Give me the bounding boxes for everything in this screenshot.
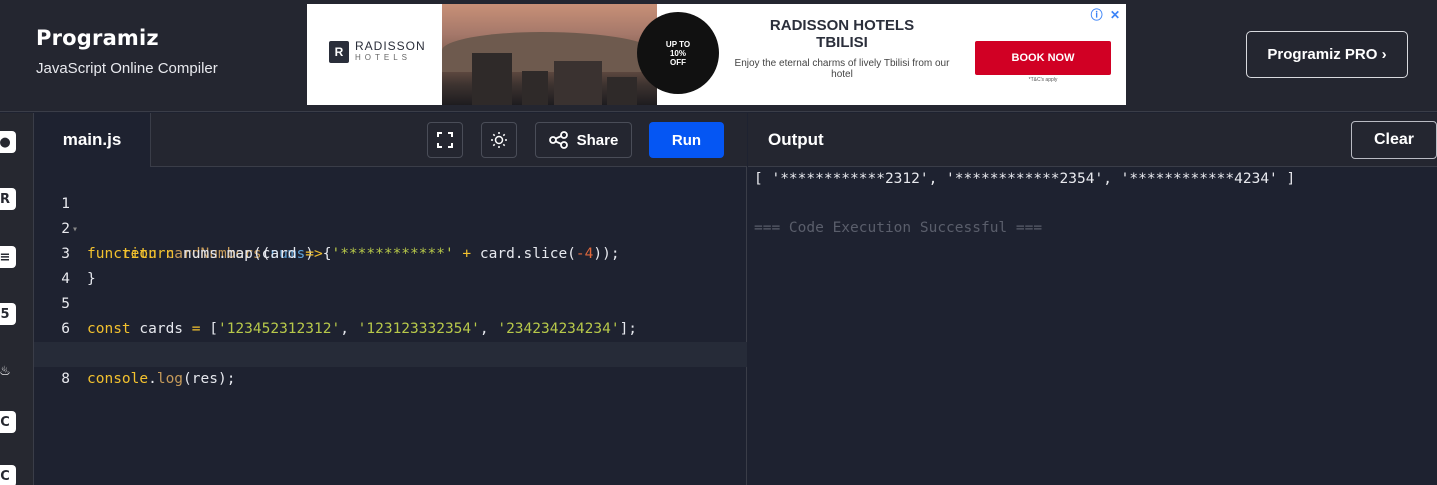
ad-logo-sub: HOTELS: [355, 53, 412, 62]
code-line: 6 const res = cardNumbers(cards);: [34, 292, 747, 362]
advertisement[interactable]: R RADISSON HOTELS UP TO 10% OFF RADISSON …: [307, 4, 1126, 105]
ad-badge-line: UP TO: [665, 39, 691, 49]
sql-icon[interactable]: ≡: [0, 246, 16, 268]
brand[interactable]: Programiz JavaScript Online Compiler: [36, 26, 218, 77]
ad-photo: [442, 4, 657, 105]
share-button[interactable]: Share: [535, 122, 632, 158]
output-title: Output: [768, 130, 824, 149]
ad-badge-line: OFF: [670, 57, 686, 67]
fullscreen-icon: [437, 132, 453, 148]
python-icon[interactable]: ●: [0, 131, 16, 153]
code-line: 2 return nums.map(card => '************'…: [34, 192, 747, 262]
brand-initial: P: [36, 26, 52, 50]
share-icon: [548, 131, 568, 149]
share-label: Share: [576, 131, 619, 149]
code-line: 4: [34, 242, 747, 287]
cpp-icon[interactable]: C: [0, 465, 16, 485]
editor-toolbar: main.js Share Run: [34, 113, 747, 167]
clear-button[interactable]: Clear: [1351, 121, 1437, 159]
output-result: [ '************2312', '************2354'…: [754, 171, 1296, 187]
programiz-logo[interactable]: Programiz: [36, 26, 218, 50]
code-line: 7 console.log(res);: [34, 317, 747, 387]
ad-logo-mark: R: [329, 41, 349, 63]
code-line-active: 8: [34, 342, 747, 387]
theme-toggle-button[interactable]: [481, 122, 517, 158]
java-icon[interactable]: ♨: [0, 360, 16, 382]
ad-discount-badge: UP TO 10% OFF: [637, 12, 719, 94]
run-button[interactable]: Run: [649, 122, 724, 158]
brand-name: rogramiz: [51, 26, 159, 50]
execution-status: === Code Execution Successful ===: [754, 220, 1043, 236]
sun-icon: [491, 132, 507, 148]
fullscreen-button[interactable]: [427, 122, 463, 158]
code-line: 1 ▾ function cardNumbers(nums) {: [34, 167, 747, 262]
ad-badge-line: 10%: [669, 48, 686, 58]
top-header: Programiz JavaScript Online Compiler R R…: [0, 0, 1437, 112]
output-console: [ '************2312', '************2354'…: [748, 167, 1437, 485]
c-icon[interactable]: C: [0, 411, 16, 433]
code-line: 5 const cards = ['123452312312', '123123…: [34, 267, 747, 337]
ad-close-icon[interactable]: ⓘ ✕: [1091, 6, 1122, 23]
r-icon[interactable]: R: [0, 188, 16, 210]
ad-book-now-button[interactable]: BOOK NOW: [975, 41, 1111, 75]
ad-title: RADISSON HOTELS TBILISI: [769, 17, 915, 51]
language-sidebar: ● R ≡ 5 ♨ C C: [0, 113, 34, 485]
ad-fine-print: *T&C's apply: [1028, 77, 1058, 83]
page-subtitle: JavaScript Online Compiler: [36, 60, 218, 77]
code-editor[interactable]: 1 ▾ function cardNumbers(nums) { 2 retur…: [34, 167, 747, 485]
html-icon[interactable]: 5: [0, 303, 16, 325]
code-line: 3 }: [34, 217, 747, 287]
tab-main-js[interactable]: main.js: [34, 113, 151, 167]
programiz-pro-button[interactable]: Programiz PRO ›: [1246, 31, 1408, 78]
output-toolbar: Output Clear: [748, 113, 1437, 167]
ad-description: Enjoy the eternal charms of lively Tbili…: [734, 58, 950, 80]
ad-logo: R RADISSON HOTELS: [329, 40, 426, 64]
ad-logo-name: RADISSON: [355, 39, 426, 53]
line-number: 8: [61, 371, 70, 387]
